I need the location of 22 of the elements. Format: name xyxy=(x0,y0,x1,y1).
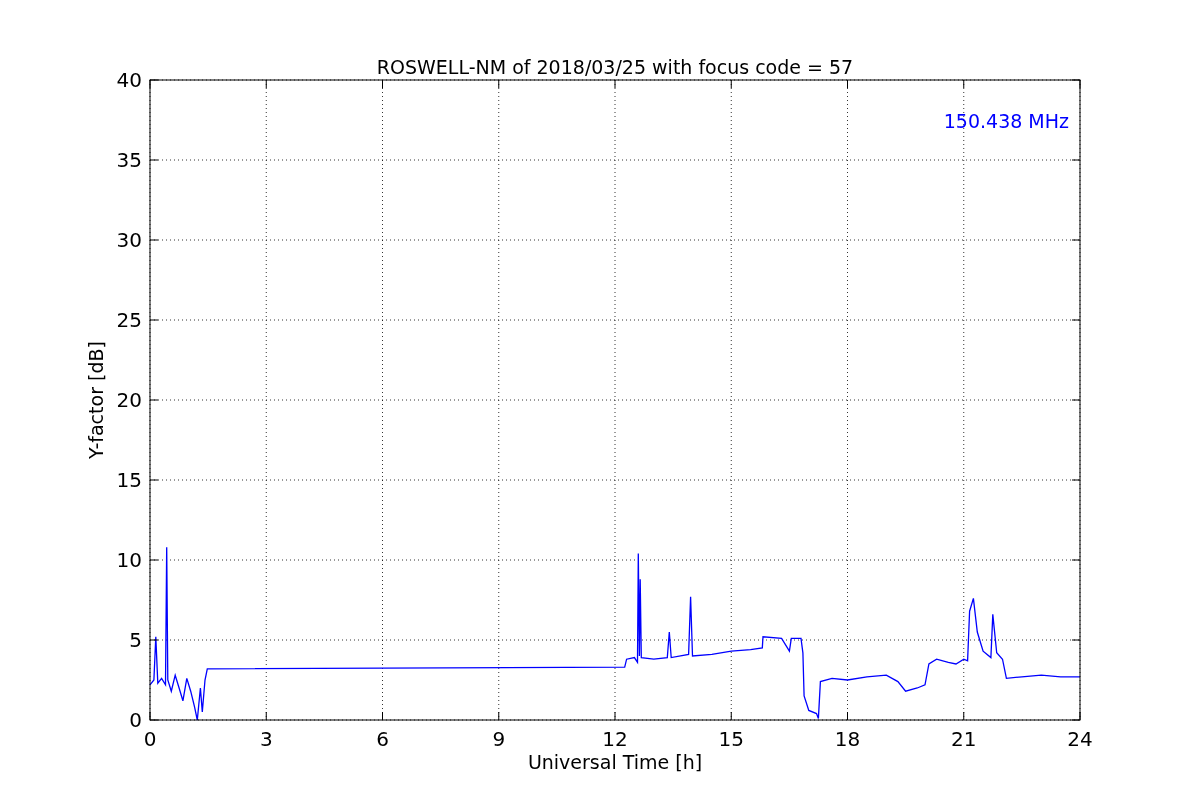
x-tick-label: 9 xyxy=(492,727,506,751)
y-tick-label: 30 xyxy=(116,228,142,252)
frequency-annotation: 150.438 MHz xyxy=(943,110,1069,132)
x-tick-label: 12 xyxy=(602,727,628,751)
y-tick-label: 0 xyxy=(129,708,142,732)
y-tick-label: 40 xyxy=(116,68,142,92)
x-tick-label: 21 xyxy=(951,727,977,751)
y-axis-label: Y-factor [dB] xyxy=(85,341,107,459)
x-tick-label: 3 xyxy=(259,727,273,751)
x-tick-label: 15 xyxy=(718,727,744,751)
x-tick-label: 0 xyxy=(143,727,157,751)
y-tick-label: 35 xyxy=(116,148,142,172)
y-tick-label: 20 xyxy=(116,388,142,412)
y-tick-label: 15 xyxy=(116,468,142,492)
y-tick-label: 5 xyxy=(129,628,142,652)
y-tick-label: 25 xyxy=(116,308,142,332)
x-axis-label: Universal Time [h] xyxy=(527,751,703,773)
y-tick-label: 10 xyxy=(116,548,142,572)
chart-title: ROSWELL-NM of 2018/03/25 with focus code = 57 xyxy=(376,56,854,78)
x-tick-label: 18 xyxy=(834,727,861,751)
x-tick-label: 6 xyxy=(376,727,389,751)
x-tick-label: 24 xyxy=(1067,727,1093,751)
